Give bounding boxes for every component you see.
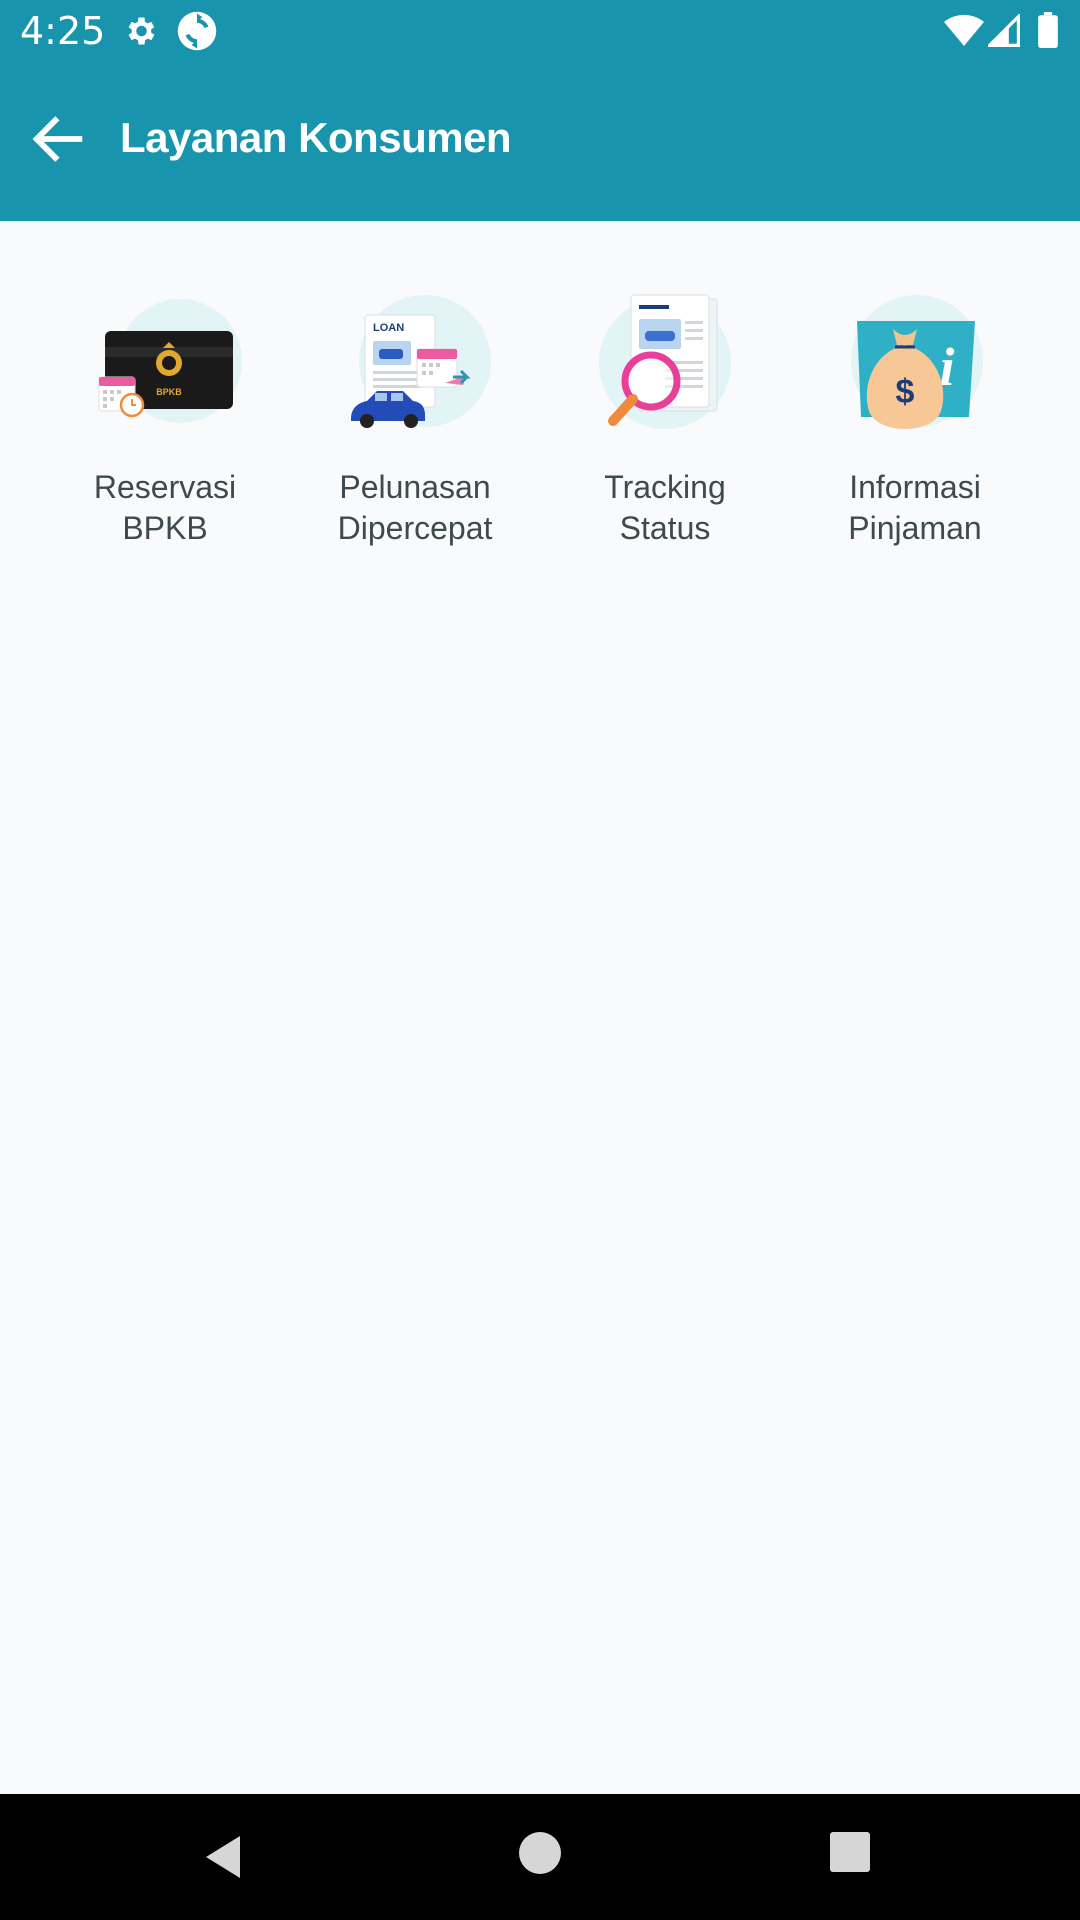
screen: 4:25 Layanan Konsumen BPKB Reservasi BPK… bbox=[0, 0, 1080, 1920]
menu-item-label: Pelunasan Dipercepat bbox=[290, 467, 540, 549]
menu-item-label: Informasi Pinjaman bbox=[790, 467, 1040, 549]
menu-item-label-line2: Dipercepat bbox=[337, 510, 493, 546]
magnifier-document-icon bbox=[599, 294, 731, 429]
loan-text: LOAN bbox=[373, 322, 404, 334]
recents-square-icon[interactable] bbox=[830, 1832, 870, 1872]
loan-document-icon: LOAN bbox=[351, 295, 491, 428]
back-triangle-icon[interactable] bbox=[200, 1832, 250, 1882]
menu-item-label: Reservasi BPKB bbox=[40, 467, 290, 549]
signal-icon bbox=[988, 14, 1020, 47]
menu-item-label: Tracking Status bbox=[540, 467, 790, 549]
menu-item-label-line2: BPKB bbox=[122, 510, 208, 546]
menu-item-label-line2: Pinjaman bbox=[848, 510, 982, 546]
bpkb-card-text: BPKB bbox=[156, 387, 182, 397]
menu-item-label-line1: Informasi bbox=[849, 469, 981, 505]
menu-item-label-line1: Pelunasan bbox=[339, 469, 491, 505]
wifi-icon bbox=[944, 14, 984, 47]
status-time: 4:25 bbox=[20, 9, 106, 53]
home-circle-icon[interactable] bbox=[519, 1832, 561, 1874]
menu-item-label-line1: Reservasi bbox=[93, 469, 237, 505]
bpkb-card-icon: BPKB bbox=[98, 299, 242, 423]
menu-item-pelunasan-dipercepat[interactable]: LOAN Pelunasan Dipercepat bbox=[290, 291, 540, 561]
menu-item-tracking-status[interactable]: Tracking Status bbox=[540, 291, 790, 561]
money-bag-info-icon: i $ bbox=[851, 295, 983, 429]
back-arrow-icon[interactable] bbox=[26, 107, 90, 171]
menu-item-reservasi-bpkb[interactable]: BPKB Reservasi BPKB bbox=[40, 291, 290, 561]
navigation-bar bbox=[0, 1794, 1080, 1920]
app-bar: Layanan Konsumen bbox=[0, 63, 1080, 221]
menu-grid: BPKB Reservasi BPKB LOAN Pelunasan Diper… bbox=[0, 221, 1080, 581]
menu-item-informasi-pinjaman[interactable]: i $ Informasi Pinjaman bbox=[790, 291, 1040, 561]
page-title: Layanan Konsumen bbox=[120, 114, 512, 161]
gear-icon bbox=[128, 17, 155, 45]
sync-icon bbox=[177, 11, 217, 51]
menu-item-label-line2: Status bbox=[619, 510, 711, 546]
status-bar: 4:25 bbox=[0, 0, 1080, 63]
menu-item-label-line1: Tracking bbox=[604, 469, 726, 505]
battery-icon bbox=[1038, 12, 1058, 48]
svg-text:$: $ bbox=[896, 373, 915, 411]
